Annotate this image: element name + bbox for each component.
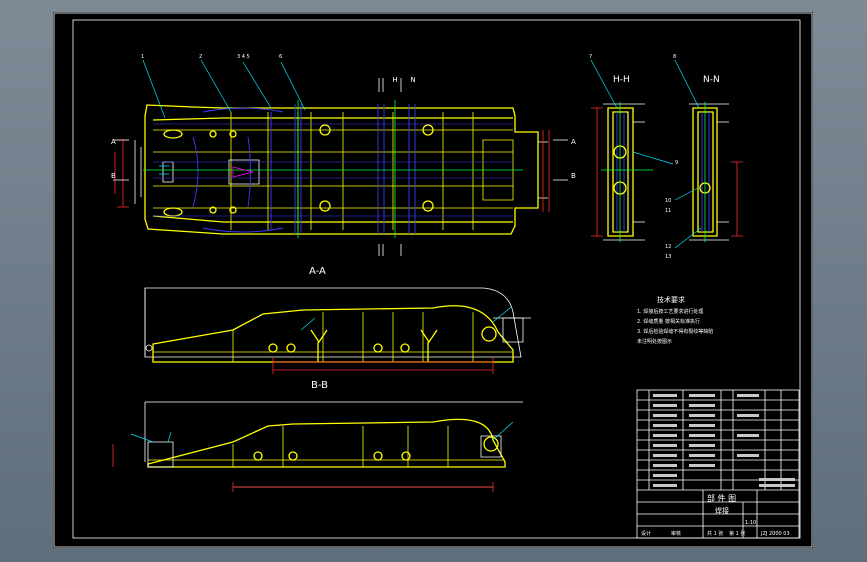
callout-8: 8 bbox=[673, 54, 676, 60]
sheet-number: 第 1 张 bbox=[729, 530, 745, 537]
callout-6: 6 bbox=[279, 54, 282, 60]
view-aa-title: A-A bbox=[309, 266, 326, 277]
marker-n-label: N bbox=[410, 76, 415, 84]
plan-view bbox=[113, 59, 568, 256]
tech-notes: 技术要求 1. 焊接后按工艺要求进行处理 2. 焊缝质量 按相关标准执行 3. … bbox=[637, 295, 713, 345]
tech-note-3: 3. 焊后检验焊缝不得有裂纹等缺陷 bbox=[637, 328, 713, 335]
section-aa-view bbox=[144, 287, 531, 374]
tech-note-4: 未注明处按图示 bbox=[637, 338, 672, 345]
marker-a-left: A bbox=[111, 138, 116, 146]
checker-label: 审核 bbox=[671, 530, 681, 537]
title-block bbox=[636, 389, 800, 539]
drawing-canvas[interactable]: H N A B A B A-A B-B H-H N-N 1 2 3 4 5 6 … bbox=[53, 12, 813, 548]
tech-note-2: 2. 焊缝质量 按相关标准执行 bbox=[637, 318, 700, 325]
cad-viewport: H N A B A B A-A B-B H-H N-N 1 2 3 4 5 6 … bbox=[0, 0, 867, 562]
callout-3-4-5: 3 4 5 bbox=[237, 54, 250, 60]
callout-1: 1 bbox=[141, 54, 144, 60]
section-nn-view bbox=[674, 59, 743, 249]
tech-notes-heading: 技术要求 bbox=[657, 295, 685, 304]
view-nn-title: N-N bbox=[703, 75, 720, 85]
view-hh-title: H-H bbox=[613, 75, 630, 85]
marker-h-label: H bbox=[392, 76, 397, 84]
view-bb-title: B-B bbox=[311, 380, 328, 391]
designer-label: 设计 bbox=[641, 530, 651, 537]
marker-b-left: B bbox=[111, 172, 116, 180]
scale-value: 1:10 bbox=[745, 520, 756, 526]
callout-7: 7 bbox=[589, 54, 592, 60]
callout-13: 13 bbox=[665, 254, 671, 260]
marker-b-right: B bbox=[571, 172, 576, 180]
sheet-total: 共 1 张 bbox=[707, 530, 723, 537]
marker-a-right: A bbox=[571, 138, 576, 146]
part-type-label: 部 件 图 bbox=[707, 493, 736, 503]
tech-note-1: 1. 焊接后按工艺要求进行处理 bbox=[637, 308, 703, 315]
drawing-number: JZJ 2000 03 bbox=[760, 531, 790, 537]
callout-9: 9 bbox=[675, 160, 678, 166]
section-hh-view bbox=[590, 59, 674, 242]
callout-labels: 1 2 3 4 5 6 7 8 9 10 11 12 13 bbox=[141, 54, 678, 260]
drawing-name: 焊接 bbox=[715, 506, 729, 515]
callout-11: 11 bbox=[665, 208, 671, 214]
callout-2: 2 bbox=[199, 54, 202, 60]
drawing-svg: H N A B A B A-A B-B H-H N-N 1 2 3 4 5 6 … bbox=[53, 12, 813, 548]
section-bb-view bbox=[112, 401, 523, 492]
callout-10: 10 bbox=[665, 198, 671, 204]
callout-12: 12 bbox=[665, 244, 671, 250]
